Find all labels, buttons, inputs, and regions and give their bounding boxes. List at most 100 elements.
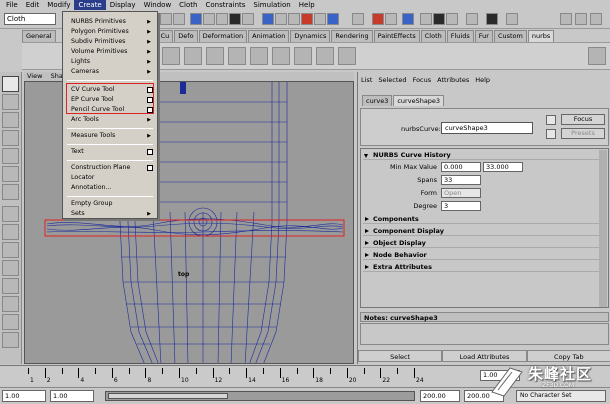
channel-box-icon[interactable] bbox=[486, 13, 498, 25]
shelf-scroll-icon[interactable] bbox=[588, 47, 606, 65]
menu-item-pencil-curve-tool[interactable]: Pencil Curve Tool bbox=[71, 106, 124, 114]
menu-item-polygon-primitives[interactable]: Polygon Primitives bbox=[71, 28, 129, 36]
menu-item-text[interactable]: Text bbox=[71, 148, 84, 156]
shelf-tool-icon[interactable] bbox=[316, 47, 334, 65]
menu-item-ep-curve-tool[interactable]: EP Curve Tool bbox=[71, 96, 114, 104]
degree-field[interactable]: 3 bbox=[441, 201, 481, 211]
input-output-icon[interactable] bbox=[402, 13, 414, 25]
viewport-menu-view[interactable]: View bbox=[24, 72, 45, 80]
shelf-tool-icon[interactable] bbox=[206, 47, 224, 65]
mask-deform-icon[interactable] bbox=[288, 13, 300, 25]
section-extra-attributes[interactable]: Extra Attributes bbox=[363, 263, 599, 272]
menu-item-construction-plane[interactable]: Construction Plane bbox=[71, 164, 130, 172]
shelf-tab-fluids[interactable]: Fluids bbox=[446, 30, 474, 42]
shelf-tool-icon[interactable] bbox=[184, 47, 202, 65]
layout-side-icon[interactable] bbox=[2, 242, 19, 258]
attribute-editor-icon[interactable] bbox=[466, 13, 478, 25]
tool-settings-icon[interactable] bbox=[506, 13, 518, 25]
playback-start-field[interactable]: 1.00 bbox=[50, 390, 94, 402]
menu-item-cv-curve-tool[interactable]: CV Curve Tool bbox=[71, 86, 115, 94]
render-globals-icon[interactable] bbox=[446, 13, 458, 25]
presets-icon[interactable] bbox=[546, 129, 556, 139]
shelf-tab-curves[interactable]: Cu bbox=[156, 30, 174, 42]
shelf-tab-dynamics[interactable]: Dynamics bbox=[290, 30, 331, 42]
section-nurbs-curve-history[interactable]: NURBS Curve History bbox=[363, 151, 599, 160]
ipr-icon[interactable] bbox=[433, 13, 445, 25]
menu-item-volume-primitives[interactable]: Volume Primitives bbox=[71, 48, 127, 56]
shelf-tab-deform[interactable]: Defo bbox=[174, 30, 198, 42]
scale-tool-icon[interactable] bbox=[2, 166, 19, 182]
focus-button[interactable]: Focus bbox=[561, 114, 605, 125]
snap-toggle-icon[interactable] bbox=[352, 13, 364, 25]
menu-help[interactable]: Help bbox=[295, 0, 319, 10]
paint-select-icon[interactable] bbox=[2, 112, 19, 128]
rotate-tool-icon[interactable] bbox=[2, 148, 19, 164]
notes-textarea[interactable] bbox=[360, 323, 609, 345]
max-value-field[interactable]: 33.000 bbox=[483, 162, 523, 172]
layout-single-icon[interactable] bbox=[2, 206, 19, 222]
manipulator-tool-icon[interactable] bbox=[2, 184, 19, 200]
menu-item-locator[interactable]: Locator bbox=[71, 174, 94, 182]
range-slider-handle[interactable] bbox=[108, 393, 228, 399]
pick-mask-icon[interactable] bbox=[190, 13, 202, 25]
menu-item-empty-group[interactable]: Empty Group bbox=[71, 200, 112, 208]
layout-stack-icon[interactable] bbox=[2, 260, 19, 276]
move-tool-icon[interactable] bbox=[2, 130, 19, 146]
snap-curve-icon[interactable] bbox=[216, 13, 228, 25]
section-components[interactable]: Components bbox=[363, 215, 599, 224]
shelf-tab-fur[interactable]: Fur bbox=[474, 30, 493, 42]
hypershade-layout-icon[interactable] bbox=[2, 314, 19, 330]
layout-icon-2[interactable] bbox=[575, 13, 587, 25]
layout-four-icon[interactable] bbox=[2, 224, 19, 240]
spans-field[interactable]: 33 bbox=[441, 175, 481, 185]
menu-item-nurbs-primitives[interactable]: NURBS Primitives bbox=[71, 18, 126, 26]
layout-icon[interactable] bbox=[560, 13, 572, 25]
graph-layout-icon[interactable] bbox=[2, 296, 19, 312]
menu-item-cameras[interactable]: Cameras bbox=[71, 68, 99, 76]
shelf-tool-icon[interactable] bbox=[272, 47, 290, 65]
menu-modify[interactable]: Modify bbox=[43, 0, 74, 10]
menu-item-sets[interactable]: Sets bbox=[71, 210, 85, 218]
lasso-tool-icon[interactable] bbox=[2, 94, 19, 110]
menu-item-measure-tools[interactable]: Measure Tools bbox=[71, 132, 115, 140]
mode-select[interactable]: Cloth bbox=[4, 13, 56, 25]
mask-curves-icon[interactable] bbox=[262, 13, 274, 25]
shelf-tab-custom[interactable]: Custom bbox=[493, 30, 527, 42]
ae-scrollbar[interactable] bbox=[599, 150, 607, 307]
shelf-tool-icon[interactable] bbox=[228, 47, 246, 65]
mask-rendering-icon[interactable] bbox=[314, 13, 326, 25]
shelf-tab-nurbs[interactable]: nurbs bbox=[527, 30, 555, 42]
menu-simulation[interactable]: Simulation bbox=[249, 0, 294, 10]
menu-window[interactable]: Window bbox=[140, 0, 176, 10]
outliner-layout-icon[interactable] bbox=[2, 278, 19, 294]
nurbs-curve-field[interactable]: curveShape3 bbox=[441, 122, 533, 134]
ae-tab-curve3[interactable]: curve3 bbox=[362, 95, 393, 106]
shelf-tool-icon[interactable] bbox=[338, 47, 356, 65]
shelf-tab-rendering[interactable]: Rendering bbox=[331, 30, 373, 42]
menu-item-annotation[interactable]: Annotation... bbox=[71, 184, 112, 192]
menu-edit[interactable]: Edit bbox=[22, 0, 44, 10]
load-attributes-button[interactable]: Load Attributes bbox=[442, 350, 527, 362]
menu-item-subdiv-primitives[interactable]: Subdiv Primitives bbox=[71, 38, 125, 46]
shelf-tab-animation[interactable]: Animation bbox=[248, 30, 290, 42]
render-layout-icon[interactable] bbox=[2, 332, 19, 348]
shelf-tool-icon[interactable] bbox=[162, 47, 180, 65]
ae-menu-list[interactable]: List bbox=[358, 76, 375, 84]
mask-surfaces-icon[interactable] bbox=[275, 13, 287, 25]
shelf-tab-cloth[interactable]: Cloth bbox=[420, 30, 446, 42]
select-object-icon[interactable] bbox=[173, 13, 185, 25]
section-component-display[interactable]: Component Display bbox=[363, 227, 599, 236]
menu-constraints[interactable]: Constraints bbox=[201, 0, 249, 10]
snap-view-icon[interactable] bbox=[242, 13, 254, 25]
snap-point-icon[interactable] bbox=[229, 13, 241, 25]
ae-menu-selected[interactable]: Selected bbox=[375, 76, 409, 84]
shelf-tool-icon[interactable] bbox=[294, 47, 312, 65]
start-time-field[interactable]: 1.00 bbox=[2, 390, 46, 402]
range-slider[interactable] bbox=[105, 391, 415, 401]
section-object-display[interactable]: Object Display bbox=[363, 239, 599, 248]
min-value-field[interactable]: 0.000 bbox=[441, 162, 481, 172]
mask-dynamics-icon[interactable] bbox=[301, 13, 313, 25]
layout-icon-3[interactable] bbox=[590, 13, 602, 25]
ae-menu-focus[interactable]: Focus bbox=[410, 76, 435, 84]
history-icon[interactable] bbox=[385, 13, 397, 25]
